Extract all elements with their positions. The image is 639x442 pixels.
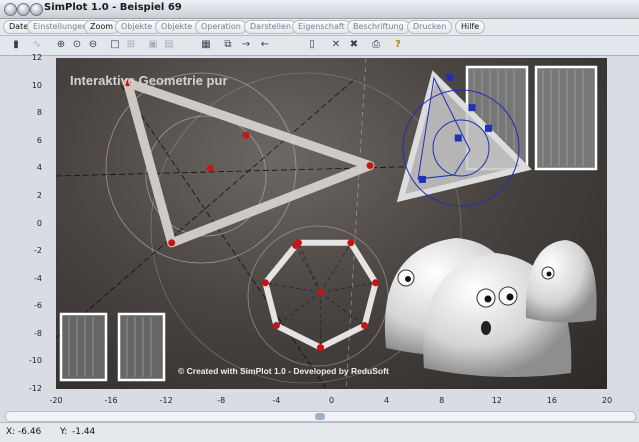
menu-zoom[interactable]: Zoom (84, 20, 120, 34)
x-tick-label: 12 (491, 396, 502, 405)
octagon-vertex-point[interactable] (292, 242, 300, 250)
y-tick-label: -10 (28, 356, 42, 366)
menu-bar: Datei Einstellungen Zoom Objekte I Objekte I… (0, 19, 639, 36)
blue-control-point[interactable] (446, 73, 454, 81)
octagon-vertex-point[interactable] (347, 239, 355, 247)
status-bar: X: -6.46 Y: -1.44 (0, 422, 639, 442)
plot-svg[interactable]: Interaktive Geometrie pur © Created with… (56, 58, 607, 389)
canvas-credit: © Created with SimPlot 1.0 - Developed b… (178, 366, 389, 376)
triangle-shape[interactable] (123, 78, 375, 248)
x-tick-label: 16 (546, 396, 557, 405)
delete-icon[interactable]: ✕ (330, 39, 342, 51)
octagon-vertex-point[interactable] (372, 279, 380, 287)
octagon-spoke[interactable] (295, 245, 321, 293)
octagon-spoke[interactable] (298, 242, 321, 293)
zoom-in-icon[interactable]: ⊕ (55, 39, 67, 51)
x-tick-label: -12 (159, 396, 173, 405)
zoom-reset-icon[interactable]: ⊙ (71, 39, 83, 51)
y-tick-label: 8 (36, 108, 42, 118)
y-tick-label: -2 (34, 246, 42, 256)
x-tick-label: 8 (439, 396, 445, 405)
window-title: SimPlot 1.0 - Beispiel 69 (44, 2, 182, 13)
scrollbar-thumb[interactable] (315, 413, 325, 420)
frame-icon[interactable]: □ (109, 39, 121, 51)
x-tick-label: 0 (328, 396, 335, 405)
y-label: Y: (60, 427, 68, 437)
triangle-vertex-point[interactable] (366, 162, 374, 170)
y-tick-label: 4 (36, 163, 42, 173)
menu-eigenschaft[interactable]: Eigenschaft (292, 20, 351, 34)
zoom-out-icon[interactable]: ⊖ (87, 39, 99, 51)
x-tick-label: 20 (601, 396, 613, 405)
image-icon[interactable]: ▦ (200, 39, 212, 51)
blue-control-point[interactable] (454, 134, 462, 142)
y-tick-label: 12 (31, 53, 42, 62)
copy-icon[interactable]: ⧉ (222, 39, 234, 51)
arrow-left-icon[interactable]: ← (259, 39, 271, 51)
grid-icon[interactable]: ⊞ (125, 39, 137, 51)
blue-control-point[interactable] (418, 175, 426, 183)
arrow-right-icon[interactable]: → (240, 39, 252, 51)
x-coordinate: -6.46 (18, 427, 42, 437)
x-tick-label: -16 (104, 396, 118, 405)
octagon-center-point[interactable] (316, 288, 324, 296)
plot-canvas[interactable]: Interaktive Geometrie pur © Created with… (56, 58, 607, 389)
blue-control-point[interactable] (468, 104, 476, 112)
x-tick-label: 4 (384, 396, 390, 405)
function-icon[interactable]: ∿ (31, 39, 43, 51)
minimize-window-button[interactable] (17, 3, 30, 16)
menu-darstellen[interactable]: Darstellen (244, 20, 298, 34)
snap-icon[interactable]: ▣ (147, 39, 159, 51)
y-tick-label: 0 (36, 218, 42, 228)
octagon-spoke[interactable] (320, 282, 376, 293)
y-coordinate: -1.44 (72, 427, 96, 437)
y-tick-label: -6 (34, 301, 42, 311)
y-tick-label: -8 (34, 328, 42, 338)
octagon-vertex-point[interactable] (261, 279, 269, 287)
octagon-spoke[interactable] (276, 292, 321, 326)
ghost-figures (384, 238, 597, 377)
octagon-spoke[interactable] (320, 292, 365, 326)
triangle-extra-point[interactable] (242, 131, 250, 139)
page-icon[interactable]: ▯ (306, 39, 318, 51)
canvas-title: Interaktive Geometrie pur (70, 73, 228, 88)
toolbar: ▮ ∿ ⊕ ⊙ ⊖ □ ⊞ ▣ ▤ ▦ ⧉ → ← ▯ ✕ ✖ ⎙? (0, 36, 639, 56)
menu-hilfe[interactable]: Hilfe (455, 20, 486, 34)
x-tick-label: -20 (49, 396, 63, 405)
menu-operation[interactable]: Operation (195, 20, 247, 34)
geometry-shapes[interactable] (123, 78, 379, 351)
close-window-button[interactable] (4, 3, 17, 16)
y-tick-label: -12 (28, 384, 42, 393)
print-icon[interactable]: ⎙ (370, 39, 382, 51)
horizontal-scrollbar[interactable] (5, 411, 636, 422)
y-tick-label: -4 (34, 273, 42, 283)
x-label: X: (6, 427, 16, 437)
triangle-vertex-point[interactable] (168, 239, 176, 247)
calculator-icon[interactable]: ▮ (10, 39, 22, 51)
octagon-vertex-point[interactable] (272, 322, 280, 330)
x-tick-label: -4 (272, 396, 281, 405)
y-tick-label: 10 (31, 80, 42, 90)
blue-control-point[interactable] (485, 124, 493, 132)
maximize-window-button[interactable] (30, 3, 43, 16)
menu-beschriftung[interactable]: Beschriftung (347, 20, 410, 34)
octagon-spoke[interactable] (265, 282, 321, 293)
triangle-center-point[interactable] (206, 164, 214, 172)
y-tick-label: 6 (36, 135, 42, 145)
delete-all-icon[interactable]: ✖ (348, 39, 360, 51)
menu-drucken[interactable]: Drucken (407, 20, 453, 34)
window-icon[interactable]: ▤ (163, 39, 175, 51)
octagon-spoke[interactable] (320, 242, 352, 293)
x-tick-label: -8 (217, 396, 226, 405)
y-tick-label: 2 (36, 190, 42, 200)
octagon-vertex-point[interactable] (316, 344, 324, 352)
help-icon[interactable]: ? (392, 39, 404, 51)
title-bar: SimPlot 1.0 - Beispiel 69 (0, 0, 639, 19)
octagon-vertex-point[interactable] (361, 322, 369, 330)
